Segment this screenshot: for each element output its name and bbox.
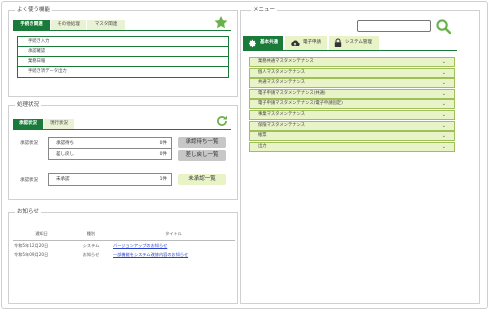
- favorite-item[interactable]: 業務日報: [18, 57, 228, 67]
- news-row: 令和5年12月20日 システム バージョンアップのお知らせ: [13, 241, 235, 251]
- news-date: 令和5年09月20日: [14, 251, 49, 257]
- tab-basic-common-label: 基本共通: [260, 40, 278, 45]
- menu-item-label: 保険マスタメンテナンス: [258, 122, 306, 128]
- favorite-item[interactable]: 手続き済データ出力: [18, 67, 228, 77]
- chevron-down-icon: ⌄: [441, 90, 446, 97]
- chevron-down-icon: ⌄: [441, 69, 446, 76]
- news-row: 令和5年09月20日 お知らせ 一部機能をシステム改修内容のお知らせ: [13, 250, 235, 259]
- menu-item[interactable]: 事業マスタメンテナンス ⌄: [249, 109, 455, 120]
- tab-system-admin-label: システム管理: [345, 40, 372, 45]
- news-link[interactable]: バージョンアップのお知らせ: [113, 243, 167, 248]
- favorites-tab-underline: [13, 30, 231, 31]
- menu-item-label: 電子申請マスタメンテナンス(電子申請固定): [258, 101, 343, 107]
- approval-status-label: 承認状況: [20, 141, 38, 146]
- menu-list: 業務共通マスタメンテナンス ⌄ 個人マスタメンテナンス ⌄ 共通マスタメンテナンス ⌄…: [249, 57, 455, 152]
- chevron-down-icon: ⌄: [441, 143, 446, 150]
- tab-e-application[interactable]: 電子申請: [285, 36, 327, 50]
- news-link[interactable]: 一部機能をシステム改修内容のお知らせ: [113, 252, 188, 257]
- favorites-title: よく使う機能: [15, 6, 53, 14]
- gear-icon: [248, 39, 256, 47]
- chevron-down-icon: ⌄: [441, 133, 446, 140]
- favorite-item[interactable]: 承認確認: [18, 47, 228, 57]
- cloud-upload-icon: [291, 39, 300, 46]
- menu-item[interactable]: 電子申請マスタメンテナンス(共通) ⌄: [249, 88, 455, 99]
- status-title: 処理状況: [15, 101, 42, 109]
- news-header-row: 通知日 種別 タイトル: [13, 228, 235, 241]
- menu-item[interactable]: 保険マスタメンテナンス ⌄: [249, 120, 455, 131]
- menu-item[interactable]: 帳票 ⌄: [249, 131, 455, 142]
- news-type: お知らせ: [82, 251, 100, 257]
- search-icon[interactable]: [435, 18, 452, 35]
- menu-item[interactable]: 電子申請マスタメンテナンス(電子申請固定) ⌄: [249, 99, 455, 110]
- chevron-down-icon: ⌄: [441, 59, 446, 65]
- menu-item-label: 帳票: [258, 133, 267, 139]
- menu-item[interactable]: 個人マスタメンテナンス ⌄: [249, 67, 455, 78]
- star-icon[interactable]: [213, 15, 229, 30]
- menu-panel: メニュー: [240, 6, 480, 304]
- news-header-date: 通知日: [13, 228, 70, 241]
- tab-basic-common[interactable]: 基本共通: [243, 36, 283, 50]
- news-title: お知らせ: [15, 208, 41, 216]
- returned-row: 差し戻し 0件: [48, 148, 172, 160]
- favorite-item[interactable]: 手続き入力: [18, 37, 228, 47]
- news-header-type: 種別: [70, 228, 112, 241]
- status-tab-underline: [13, 129, 231, 130]
- menu-item-label: 出力: [258, 143, 267, 149]
- pending-approval-list-button[interactable]: 承認待ち一覧: [178, 137, 226, 148]
- menu-item-label: 事業マスタメンテナンス: [258, 111, 306, 117]
- tab-approval-status[interactable]: 承認状況: [13, 119, 43, 129]
- menu-search-input[interactable]: [357, 20, 431, 32]
- menu-title: メニュー: [251, 6, 278, 14]
- unapproved-status-label: 承認状況: [20, 178, 38, 183]
- returned-count: 0件: [159, 152, 167, 157]
- unapproved-list-button[interactable]: 未承認一覧: [178, 174, 226, 185]
- chevron-down-icon: ⌄: [441, 122, 446, 129]
- news-title-cell: バージョンアップのお知らせ: [112, 241, 235, 251]
- tab-e-application-label: 電子申請: [303, 40, 321, 45]
- news-table: 通知日 種別 タイトル 令和5年12月20日 システム バージョンアップのお知ら…: [13, 228, 235, 259]
- menu-tab-underline: [243, 50, 457, 51]
- lock-icon: [334, 38, 342, 47]
- returned-label: 差し戻し: [56, 152, 74, 157]
- favorites-list: 手続き入力 承認確認 業務日報 手続き済データ出力: [17, 36, 229, 78]
- news-type: システム: [82, 242, 100, 248]
- unapproved-count: 1件: [159, 177, 167, 182]
- tab-procedures[interactable]: 手続き関連: [13, 20, 50, 30]
- tab-master[interactable]: マスタ関連: [87, 20, 125, 30]
- chevron-down-icon: ⌄: [441, 101, 446, 108]
- unapproved-label: 未承認: [56, 177, 70, 182]
- menu-item-label: 電子申請マスタメンテナンス(共通): [258, 90, 326, 96]
- chevron-down-icon: ⌄: [441, 111, 446, 118]
- news-title-cell: 一部機能をシステム改修内容のお知らせ: [112, 250, 235, 259]
- news-header-title: タイトル: [112, 228, 235, 241]
- unapproved-row: 未承認 1件: [48, 173, 172, 186]
- menu-item[interactable]: 業務共通マスタメンテナンス ⌄: [249, 57, 455, 67]
- menu-item-label: 業務共通マスタメンテナンス: [258, 59, 314, 64]
- menu-item[interactable]: 出力 ⌄: [249, 141, 455, 152]
- tab-system-admin[interactable]: システム管理: [329, 36, 379, 50]
- menu-item-label: 個人マスタメンテナンス: [258, 69, 306, 75]
- tab-other[interactable]: その他処理: [51, 20, 86, 30]
- menu-item[interactable]: 共通マスタメンテナンス ⌄: [249, 78, 455, 89]
- news-date: 令和5年12月20日: [14, 242, 49, 248]
- tab-current-status[interactable]: 現行状況: [44, 119, 74, 129]
- returned-list-button[interactable]: 差し戻し一覧: [178, 150, 226, 161]
- refresh-icon[interactable]: [215, 114, 229, 128]
- chevron-down-icon: ⌄: [441, 80, 446, 87]
- menu-item-label: 共通マスタメンテナンス: [258, 80, 306, 86]
